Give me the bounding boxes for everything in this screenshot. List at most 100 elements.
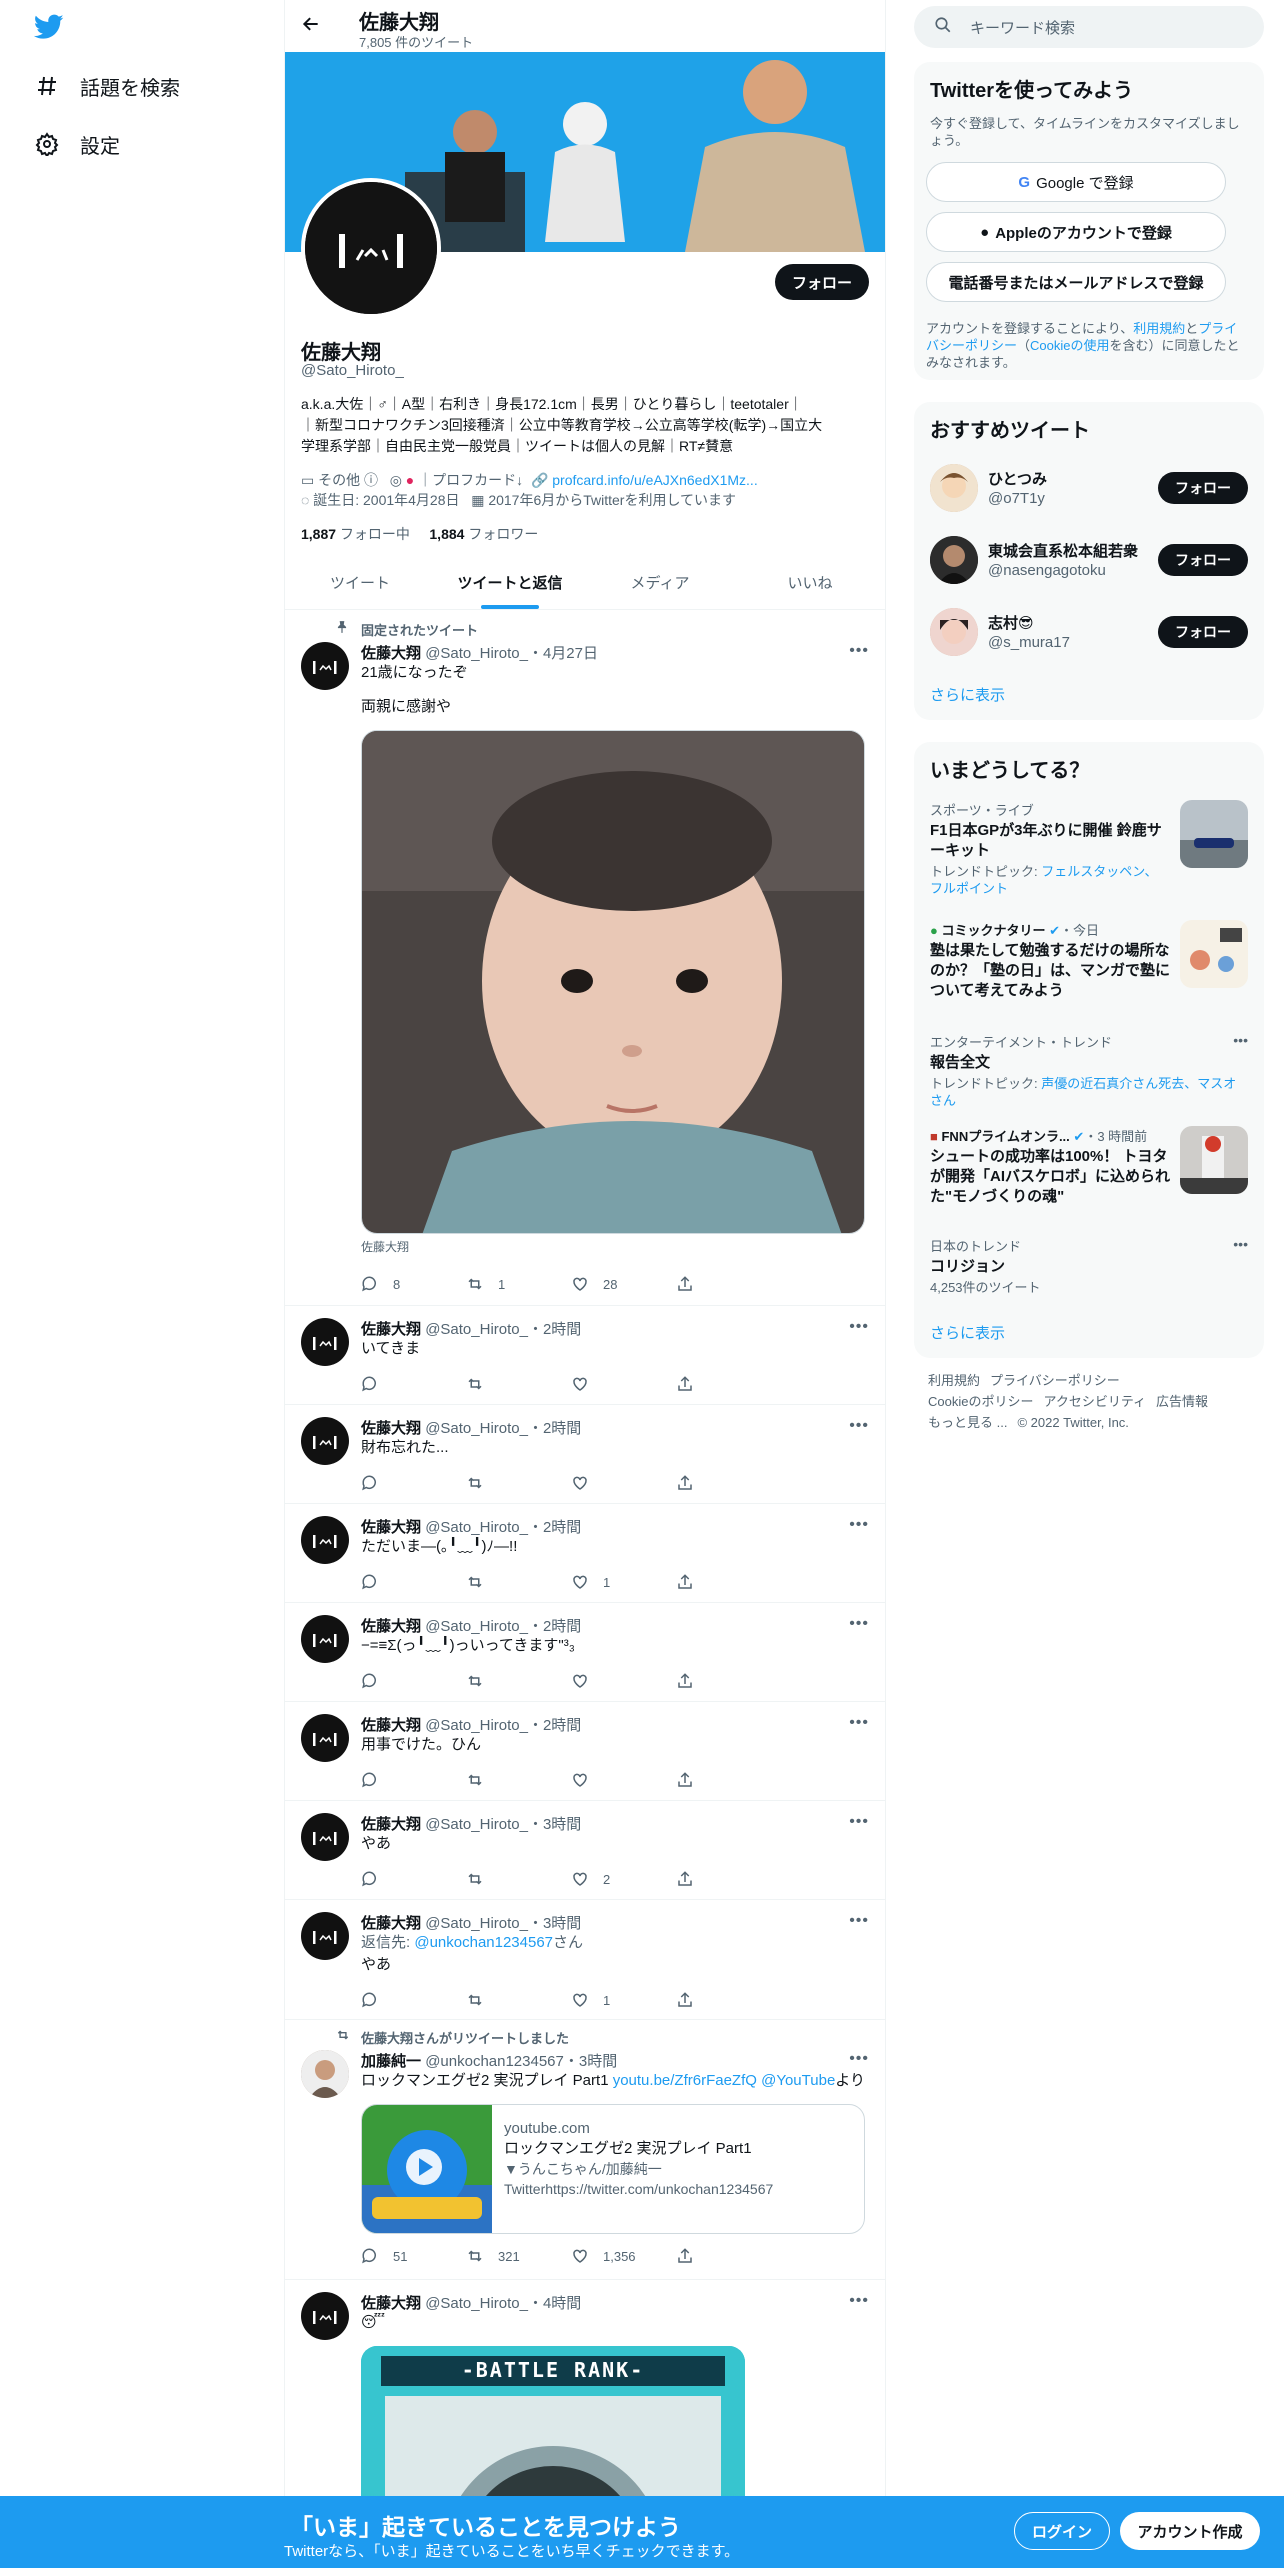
footer-cookie[interactable]: Cookieのポリシー (928, 1394, 1033, 1409)
tweet-author-handle[interactable]: @Sato_Hiroto_ (425, 1816, 528, 1833)
followers-link[interactable]: 1,884 フォロワー (429, 526, 538, 542)
recommended-user[interactable]: 志村😎 @s_mura17 フォロー (930, 608, 1248, 656)
profile-avatar[interactable] (301, 178, 441, 318)
tweet[interactable]: ••• 佐藤大翔 @Sato_Hiroto_・3時間 やあ 2 (285, 1801, 885, 1900)
link-card[interactable]: youtube.com ロックマンエグゼ2 実況プレイ Part1 ▼うんこちゃ… (361, 2104, 865, 2234)
tweet-author-handle[interactable]: @Sato_Hiroto_ (425, 645, 528, 662)
login-button[interactable]: ログイン (1014, 2512, 1110, 2550)
tweet[interactable]: ••• 佐藤大翔 @Sato_Hiroto_・2時間 −=≡Σ(っ╹﹏╹)っいっ… (285, 1603, 885, 1702)
tweet-author-name[interactable]: 佐藤大翔 (361, 1519, 421, 1536)
like-button[interactable] (571, 1671, 676, 1691)
back-arrow-icon[interactable] (301, 14, 325, 38)
retweet-button[interactable] (466, 1990, 571, 2010)
recommended-user[interactable]: 東城会直系松本組若衆 @nasengagotoku フォロー (930, 536, 1248, 584)
reply-button[interactable]: 8 (361, 1274, 466, 1294)
retweet-button[interactable] (466, 1473, 571, 1493)
tweet[interactable]: ••• 佐藤大翔 @Sato_Hiroto_・2時間 いてきま (285, 1306, 885, 1405)
tweet-author-name[interactable]: 佐藤大翔 (361, 1420, 421, 1437)
tab-media[interactable]: メディア (585, 556, 735, 609)
retweet-button[interactable] (466, 1869, 571, 1889)
tab-tweets[interactable]: ツイート (285, 556, 435, 609)
tweet-avatar[interactable] (301, 1516, 349, 1564)
reply-button[interactable] (361, 1671, 466, 1691)
share-button[interactable] (676, 1274, 781, 1294)
google-signup-button[interactable]: G Google で登録 (926, 162, 1226, 202)
tweet-author-handle[interactable]: @Sato_Hiroto_ (425, 1321, 528, 1338)
share-button[interactable] (676, 1473, 781, 1493)
tweet-photo[interactable] (361, 730, 865, 1234)
youtube-mention[interactable]: @YouTube (761, 2072, 835, 2089)
nav-settings[interactable]: 設定 (34, 124, 120, 164)
tweet-author-name[interactable]: 佐藤大翔 (361, 1618, 421, 1635)
search-box[interactable]: キーワード検索 (914, 6, 1264, 48)
twitter-logo-icon[interactable] (33, 14, 64, 40)
retweet-button[interactable] (466, 1374, 571, 1394)
reply-button[interactable] (361, 1770, 466, 1790)
reply-button[interactable] (361, 1869, 466, 1889)
tweet[interactable]: ••• 佐藤大翔 @Sato_Hiroto_・2時間 用事でけた。ひん (285, 1702, 885, 1801)
following-link[interactable]: 1,887 フォロー中 (301, 526, 410, 542)
footer-more[interactable]: もっと見る ... (928, 1415, 1007, 1430)
follow-button[interactable]: フォロー (775, 264, 869, 300)
tweet-time[interactable]: ・2時間 (528, 1618, 581, 1635)
tweet-time[interactable]: ・2時間 (528, 1717, 581, 1734)
tweet-author-name[interactable]: 佐藤大翔 (361, 1816, 421, 1833)
footer-accessibility[interactable]: アクセシビリティ (1043, 1394, 1146, 1409)
tweet-author-name[interactable]: 佐藤大翔 (361, 645, 421, 662)
share-button[interactable] (676, 1572, 781, 1592)
reply-button[interactable] (361, 1572, 466, 1592)
tweet-time[interactable]: ・2時間 (528, 1321, 581, 1338)
cookie-link[interactable]: Cookieの使用 (1030, 338, 1109, 353)
tab-tweets-replies[interactable]: ツイートと返信 (435, 556, 585, 609)
tweet-retweeted[interactable]: 佐藤大翔さんがリツイートしました ••• 加藤純一 @unkochan12345… (285, 2020, 885, 2280)
tweet-time[interactable]: ・3時間 (528, 1816, 581, 1833)
search-input[interactable]: キーワード検索 (970, 17, 1075, 38)
tweet-photo[interactable]: -BATTLE RANK- (361, 2346, 745, 2500)
like-button[interactable]: 1,356 (571, 2246, 676, 2266)
share-button[interactable] (676, 1374, 781, 1394)
reply-button[interactable] (361, 1374, 466, 1394)
reply-to-link[interactable]: @unkochan1234567 (414, 1934, 553, 1951)
retweet-social-context[interactable]: 佐藤大翔さんがリツイートしました (361, 2028, 569, 2047)
tweet-author-name[interactable]: 佐藤大翔 (361, 1915, 421, 1932)
more-icon[interactable]: ••• (1233, 1236, 1248, 1252)
share-button[interactable] (676, 1869, 781, 1889)
tweet-avatar[interactable] (301, 2050, 349, 2098)
tweet-avatar[interactable] (301, 1417, 349, 1465)
like-button[interactable]: 28 (571, 1274, 676, 1294)
tweet[interactable]: ••• 佐藤大翔 @Sato_Hiroto_・2時間 ただいま—(｡╹﹏╹)ﾉ—… (285, 1504, 885, 1603)
retweet-button[interactable] (466, 1671, 571, 1691)
more-icon[interactable]: ••• (1233, 1032, 1248, 1048)
follow-button[interactable]: フォロー (1158, 544, 1248, 576)
youtube-link[interactable]: youtu.be/Zfr6rFaeZfQ (613, 2072, 757, 2089)
tweet-time[interactable]: ・4月27日 (528, 645, 598, 662)
apple-signup-button[interactable]: ● Appleのアカウントで登録 (926, 212, 1226, 252)
like-button[interactable] (571, 1473, 676, 1493)
retweet-button[interactable] (466, 1572, 571, 1592)
tweet-time[interactable]: ・4時間 (528, 2295, 581, 2312)
footer-privacy[interactable]: プライバシーポリシー (990, 1373, 1120, 1388)
reply-button[interactable] (361, 1990, 466, 2010)
show-more-recommend[interactable]: さらに表示 (930, 684, 1005, 705)
create-account-button[interactable]: アカウント作成 (1120, 2512, 1260, 2550)
tweet-author-name[interactable]: 佐藤大翔 (361, 1717, 421, 1734)
tweet-author-handle[interactable]: @Sato_Hiroto_ (425, 1915, 528, 1932)
nav-explore[interactable]: 話題を検索 (34, 66, 180, 106)
tweet-time[interactable]: ・3時間 (564, 2053, 617, 2070)
trend-item[interactable]: 日本のトレンド コリジョン 4,253件のツイート ••• (930, 1236, 1248, 1300)
tweet-author-name[interactable]: 佐藤大翔 (361, 2295, 421, 2312)
follow-button[interactable]: フォロー (1158, 616, 1248, 648)
profile-link[interactable]: profcard.info/u/eAJXn6edX1Mz... (552, 472, 757, 488)
like-button[interactable] (571, 1374, 676, 1394)
tweet-author-handle[interactable]: @Sato_Hiroto_ (425, 1717, 528, 1734)
terms-link[interactable]: 利用規約 (1133, 321, 1185, 336)
tweet-avatar[interactable] (301, 2292, 349, 2340)
footer-terms[interactable]: 利用規約 (928, 1373, 980, 1388)
share-button[interactable] (676, 1990, 781, 2010)
like-button[interactable]: 2 (571, 1869, 676, 1889)
trend-item[interactable]: スポーツ・ライブ F1日本GPが3年ぶりに開催 鈴鹿サーキット トレンドトピック… (930, 800, 1248, 900)
trend-item[interactable]: エンターテイメント・トレンド 報告全文 トレンドトピック: 声優の近石真介さん死… (930, 1032, 1248, 1108)
tweet-author-handle[interactable]: @Sato_Hiroto_ (425, 1519, 528, 1536)
retweet-button[interactable]: 1 (466, 1274, 571, 1294)
tweet-avatar[interactable] (301, 1714, 349, 1762)
